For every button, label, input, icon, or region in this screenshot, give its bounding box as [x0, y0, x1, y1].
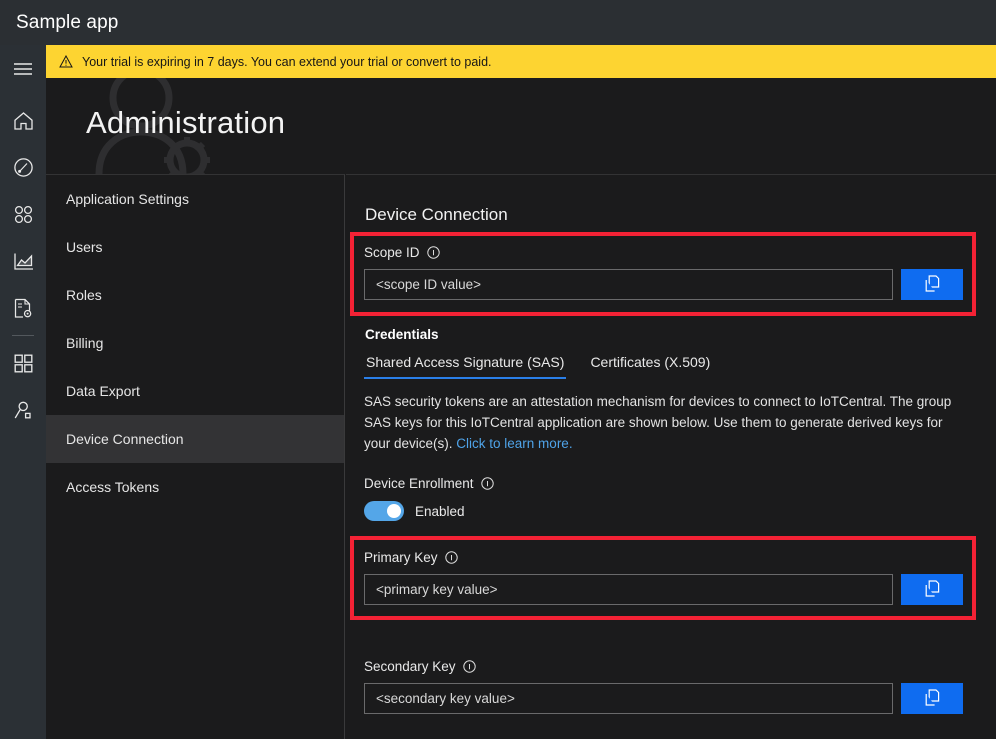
copy-documents-icon	[925, 274, 940, 295]
copy-documents-icon	[925, 579, 940, 600]
scope-id-field-group: Scope ID	[364, 245, 963, 300]
title-bar: Sample app	[0, 0, 996, 45]
hamburger-menu-icon[interactable]	[0, 45, 46, 92]
nav-label: Billing	[66, 335, 104, 351]
nav-label: Device Connection	[66, 431, 184, 447]
scope-id-input-row	[364, 269, 963, 300]
section-heading: Device Connection	[365, 205, 508, 224]
home-icon[interactable]	[0, 97, 46, 144]
nav-item-users[interactable]: Users	[46, 223, 344, 271]
jobs-document-gear-icon[interactable]	[0, 285, 46, 332]
primary-key-label-row: Primary Key	[364, 550, 963, 565]
credentials-description-text: SAS security tokens are an attestation m…	[364, 394, 952, 451]
app-title: Sample app	[16, 11, 119, 33]
nav-item-data-export[interactable]: Data Export	[46, 367, 344, 415]
copy-primary-key-button[interactable]	[901, 574, 963, 605]
copy-secondary-key-button[interactable]	[901, 683, 963, 714]
nav-item-application-settings[interactable]: Application Settings	[46, 175, 344, 223]
primary-key-label: Primary Key	[364, 550, 438, 565]
credentials-tabs: Shared Access Signature (SAS) Certificat…	[364, 354, 712, 379]
nav-label: Access Tokens	[66, 479, 160, 495]
nav-label: Application Settings	[66, 191, 189, 207]
secondary-key-input-row	[364, 683, 963, 714]
left-icon-rail	[0, 45, 46, 739]
scope-id-label-row: Scope ID	[364, 245, 963, 260]
secondary-key-field-group: Secondary Key	[364, 659, 963, 714]
info-circle-icon[interactable]	[480, 477, 494, 490]
analytics-chart-icon[interactable]	[0, 238, 46, 285]
nav-item-billing[interactable]: Billing	[46, 319, 344, 367]
secondary-key-label-row: Secondary Key	[364, 659, 963, 674]
toggle-knob	[387, 504, 401, 518]
copy-documents-icon	[925, 688, 940, 709]
secondary-key-input[interactable]	[364, 683, 893, 714]
rail-divider	[12, 335, 34, 336]
nav-item-roles[interactable]: Roles	[46, 271, 344, 319]
device-enrollment-toggle-row: Enabled	[364, 501, 465, 521]
page-header: Administration	[46, 78, 996, 174]
nav-item-device-connection[interactable]: Device Connection	[46, 415, 344, 463]
nav-label: Roles	[66, 287, 102, 303]
trial-banner: Your trial is expiring in 7 days. You ca…	[46, 45, 996, 78]
device-enrollment-label: Device Enrollment	[364, 476, 474, 491]
warning-triangle-icon	[59, 55, 73, 68]
primary-key-field-group: Primary Key	[364, 550, 963, 605]
user-search-icon[interactable]	[0, 387, 46, 434]
info-circle-icon[interactable]	[426, 246, 440, 259]
device-enrollment-label-row: Device Enrollment	[364, 476, 494, 491]
admin-nav-list: Application Settings Users Roles Billing…	[46, 174, 345, 739]
device-groups-icon[interactable]	[0, 191, 46, 238]
trial-banner-text: Your trial is expiring in 7 days. You ca…	[82, 54, 492, 69]
device-enrollment-toggle[interactable]	[364, 501, 404, 521]
tab-shared-access-signature[interactable]: Shared Access Signature (SAS)	[364, 354, 567, 379]
info-circle-icon[interactable]	[444, 551, 458, 564]
dashboard-grid-icon[interactable]	[0, 340, 46, 387]
page-title: Administration	[86, 105, 286, 140]
device-connection-panel: Device Connection Scope ID <scope ID val…	[346, 174, 996, 739]
tab-label: Certificates (X.509)	[590, 354, 711, 370]
scope-id-label: Scope ID	[364, 245, 420, 260]
credentials-description: SAS security tokens are an attestation m…	[364, 391, 952, 454]
scope-id-input[interactable]	[364, 269, 893, 300]
tab-certificates-x509[interactable]: Certificates (X.509)	[588, 354, 712, 379]
learn-more-link[interactable]: Click to learn more.	[456, 436, 572, 451]
info-circle-icon[interactable]	[462, 660, 476, 673]
secondary-key-label: Secondary Key	[364, 659, 456, 674]
compass-icon[interactable]	[0, 144, 46, 191]
nav-item-access-tokens[interactable]: Access Tokens	[46, 463, 344, 511]
tab-label: Shared Access Signature (SAS)	[366, 354, 565, 370]
device-enrollment-state: Enabled	[415, 503, 465, 519]
copy-scope-id-button[interactable]	[901, 269, 963, 300]
primary-key-input[interactable]	[364, 574, 893, 605]
primary-key-input-row	[364, 574, 963, 605]
app-root: Sample app Your trial is expiring in 7 d…	[0, 0, 996, 739]
nav-label: Users	[66, 239, 103, 255]
credentials-heading: Credentials	[365, 327, 439, 342]
nav-label: Data Export	[66, 383, 140, 399]
